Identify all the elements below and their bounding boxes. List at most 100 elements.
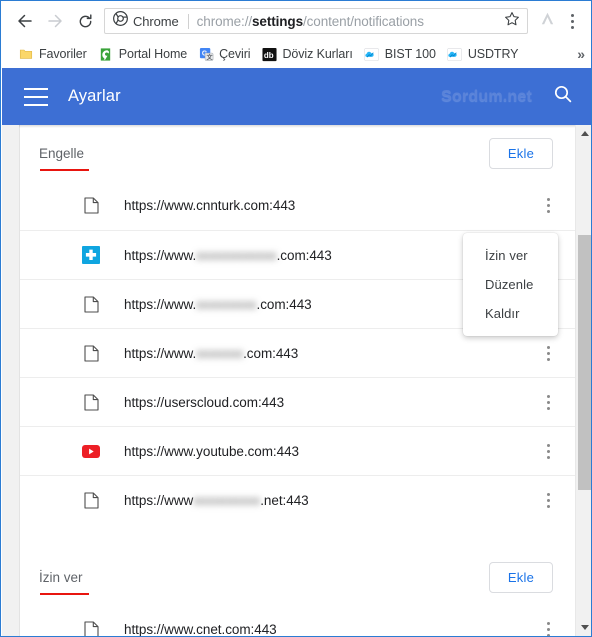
table-row[interactable]: https://www.youtube.com:443 — [20, 426, 575, 475]
url-prefix-part: https://userscloud — [124, 394, 229, 410]
scroll-up-button[interactable] — [576, 125, 591, 142]
table-row[interactable]: https://www.cnnturk.com:443 — [20, 181, 575, 230]
svg-text:文: 文 — [205, 53, 213, 61]
address-bar[interactable]: Chrome chrome://settings/content/notific… — [104, 8, 528, 34]
forward-button[interactable] — [40, 6, 70, 36]
svg-text:db: db — [264, 50, 274, 59]
generic-page-icon — [82, 295, 100, 313]
url-blurred-part: xxxxxxxxx — [196, 296, 257, 312]
chrome-menu-icon — [570, 13, 574, 17]
reload-button[interactable] — [70, 6, 100, 36]
cloud-chart-icon — [447, 46, 463, 62]
url-blurred-part: xxxxxxxxxx — [193, 492, 261, 508]
context-menu-item-edit[interactable]: Düzenle — [463, 270, 558, 299]
row-menu-button[interactable] — [537, 338, 559, 368]
site-url: https://www.cnnturk.com:443 — [124, 198, 537, 213]
bookmark-label: Favoriler — [39, 47, 87, 61]
more-vert-icon — [546, 394, 550, 398]
url-blurred-part: xxxxxxx — [196, 345, 244, 361]
chrome-logo-icon — [113, 11, 128, 31]
table-row[interactable]: https://wwwxxxxxxxxxx.net:443 — [20, 475, 575, 524]
row-menu-button[interactable] — [537, 387, 559, 417]
bookmark-item-ceviri[interactable]: G 文 Çeviri — [194, 43, 257, 65]
watermark: Sordum.net — [441, 87, 532, 105]
context-menu-item-remove[interactable]: Kaldır — [463, 299, 558, 328]
reload-icon — [77, 13, 94, 30]
vertical-scrollbar[interactable] — [575, 125, 591, 636]
generic-page-icon — [82, 393, 100, 411]
bookmark-item-doviz-kurlari[interactable]: db Döviz Kurları — [257, 43, 359, 65]
hamburger-icon[interactable] — [24, 87, 48, 106]
url-prefix: chrome:// — [196, 13, 253, 29]
row-menu-button[interactable] — [537, 485, 559, 515]
bookmark-item-portal-home[interactable]: Portal Home — [94, 43, 194, 65]
browser-chrome: Chrome chrome://settings/content/notific… — [2, 2, 591, 68]
url-suffix-part: .com:443 — [256, 296, 312, 312]
more-vert-icon — [546, 345, 550, 349]
section-header-block: Engelle Ekle — [20, 125, 575, 181]
omnibox-badge-label: Chrome — [133, 13, 179, 29]
bookmarks-bar: Favoriler Portal Home G 文 Çeviri db Dövi… — [2, 40, 591, 68]
bookmark-item-usdtry[interactable]: USDTRY — [443, 43, 526, 65]
row-menu-button[interactable] — [537, 191, 559, 221]
chrome-menu-button[interactable] — [560, 7, 584, 35]
section-title-allow: İzin ver — [39, 569, 489, 595]
generic-page-icon — [82, 344, 100, 362]
section-header-allow: İzin ver Ekle — [20, 549, 575, 605]
cloud-chart-icon — [364, 46, 380, 62]
more-vert-icon — [546, 443, 550, 447]
table-row[interactable]: https://www.cnet.com:443 — [20, 605, 575, 636]
back-button[interactable] — [10, 6, 40, 36]
url-suffix-part: .com:443 — [221, 622, 277, 636]
generic-page-icon — [82, 197, 100, 215]
url-suffix-part: .com:443 — [240, 198, 296, 213]
generic-page-icon — [82, 621, 100, 636]
scrollbar-thumb[interactable] — [578, 235, 591, 490]
bookmark-star-icon — [504, 11, 520, 32]
doviz-kurlari-icon: db — [261, 46, 277, 62]
url-prefix-part: https://www.cnet — [124, 622, 222, 636]
scroll-down-button[interactable] — [576, 619, 591, 636]
content-card: Engelle Ekle https://www.cnnturk.com:443 — [19, 125, 575, 636]
context-menu-item-allow[interactable]: İzin ver — [463, 241, 558, 270]
folder-icon — [18, 46, 34, 62]
bookmark-label: USDTRY — [467, 47, 519, 61]
section-title-block: Engelle — [39, 146, 489, 171]
bookmark-item-favoriler[interactable]: Favoriler — [14, 43, 94, 65]
more-vert-icon — [546, 492, 550, 496]
row-context-menu: İzin ver Düzenle Kaldır — [463, 233, 558, 336]
section-title-text: İzin ver — [39, 569, 83, 585]
page-title: Ayarlar — [68, 87, 121, 105]
row-menu-button[interactable] — [537, 436, 559, 466]
scroll-up-arrow-icon — [580, 131, 589, 136]
row-menu-button[interactable] — [537, 615, 559, 636]
url-prefix-part: https://www. — [124, 247, 197, 263]
youtube-favicon — [82, 442, 100, 460]
browser-toolbar: Chrome chrome://settings/content/notific… — [2, 2, 591, 40]
bookmark-label: Portal Home — [118, 47, 188, 61]
more-vert-icon — [546, 198, 550, 201]
browser-window: Chrome chrome://settings/content/notific… — [0, 0, 592, 637]
section-divider — [20, 524, 575, 549]
omnibox-divider — [187, 13, 189, 29]
site-url: https://www.xxxxxxx.com:443 — [124, 346, 537, 361]
add-button-block[interactable]: Ekle — [488, 137, 553, 169]
url-prefix-part: https://www.cnnturk — [124, 198, 241, 213]
site-url: https://wwwxxxxxxxxxx.net:443 — [124, 493, 537, 508]
url-bold-segment: settings — [252, 13, 303, 29]
bookmark-star-button[interactable] — [503, 11, 521, 32]
url-prefix-part: https://www. — [124, 345, 197, 361]
table-row[interactable]: https://userscloud.com:443 — [20, 377, 575, 426]
bookmarks-overflow-button[interactable]: » — [577, 46, 585, 62]
bookmark-item-bist-100[interactable]: BIST 100 — [360, 43, 443, 65]
url-blurred-part: xxxxxxxxxxxx — [196, 247, 277, 263]
bookmark-label: Çeviri — [219, 47, 251, 61]
portal-home-icon — [98, 46, 114, 62]
extension-button[interactable] — [534, 8, 560, 34]
search-button[interactable] — [552, 85, 574, 108]
url-text: chrome://settings/content/notifications — [197, 14, 503, 29]
more-vert-icon — [546, 622, 550, 625]
add-button-allow[interactable]: Ekle — [488, 561, 553, 593]
url-prefix-part: https://www.youtube — [124, 443, 244, 459]
scroll-area: Engelle Ekle https://www.cnnturk.com:443 — [2, 125, 575, 636]
